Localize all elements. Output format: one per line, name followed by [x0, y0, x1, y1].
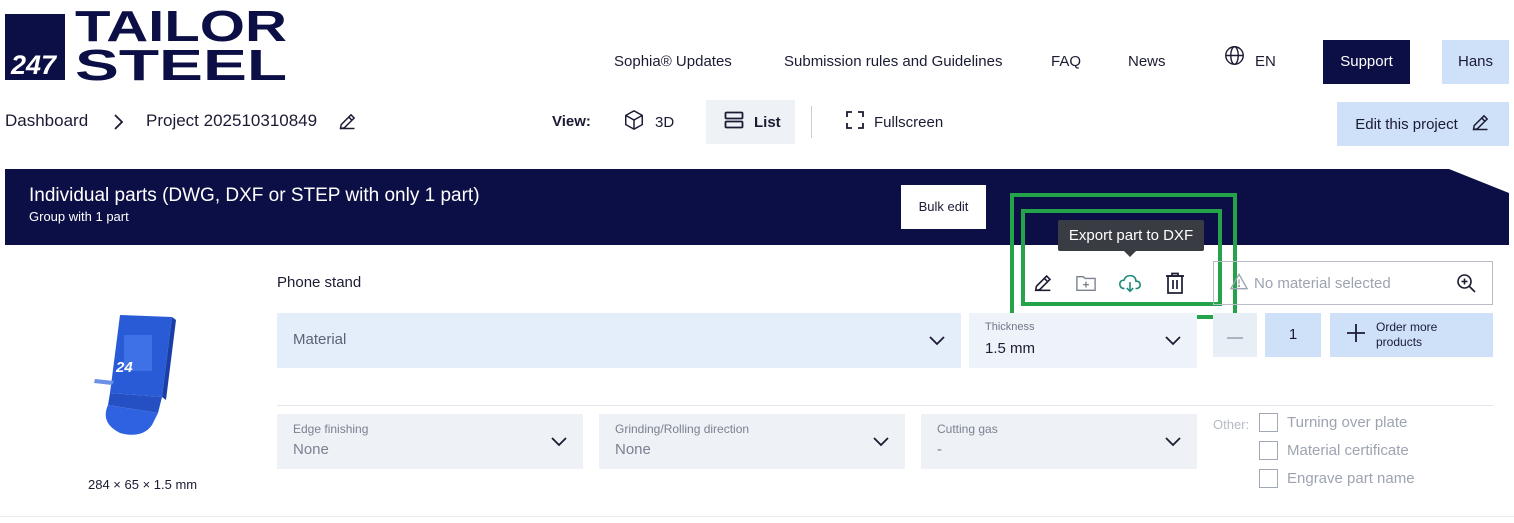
thickness-label: Thickness: [985, 321, 1035, 333]
fullscreen-button[interactable]: Fullscreen: [828, 100, 961, 144]
cutting-gas-label: Cutting gas: [937, 422, 998, 436]
divider: [277, 405, 1493, 406]
svg-text:247: 247: [10, 50, 58, 80]
chevron-down-icon: [873, 434, 889, 452]
view-list-button[interactable]: List: [706, 100, 795, 144]
nav-sophia-updates[interactable]: Sophia® Updates: [614, 40, 732, 84]
order-more-label: Order more products: [1376, 320, 1438, 349]
highlight-frame-inner: [1021, 209, 1222, 306]
grinding-direction-value: None: [615, 441, 651, 458]
grinding-direction-select[interactable]: Grinding/Rolling direction None: [599, 414, 905, 469]
chevron-right-icon: [112, 113, 124, 136]
edge-finishing-value: None: [293, 441, 329, 458]
checkbox-material-certificate[interactable]: Material certificate: [1259, 441, 1409, 460]
edge-finishing-label: Edge finishing: [293, 422, 369, 436]
checkbox-box[interactable]: [1259, 441, 1278, 460]
cutting-gas-select[interactable]: Cutting gas -: [921, 414, 1197, 469]
checkbox-label: Engrave part name: [1287, 470, 1415, 487]
cutting-gas-value: -: [937, 441, 942, 458]
svg-text:24: 24: [115, 359, 133, 376]
chevron-down-icon: [551, 434, 567, 452]
support-button[interactable]: Support: [1323, 40, 1410, 84]
minus-icon: [1227, 326, 1243, 344]
other-label: Other:: [1213, 417, 1250, 432]
thickness-select[interactable]: Thickness 1.5 mm: [969, 313, 1197, 368]
cube-icon: [623, 109, 645, 135]
tailorsteel-logo[interactable]: TAILOR STEEL 247: [5, 2, 288, 90]
user-menu-button[interactable]: Hans: [1442, 40, 1509, 84]
nav-faq[interactable]: FAQ: [1051, 40, 1081, 84]
language-label: EN: [1255, 53, 1276, 70]
edit-project-label: Edit this project: [1355, 115, 1458, 133]
warning-icon: [1229, 272, 1249, 294]
quantity-decrease-button[interactable]: [1213, 313, 1257, 357]
material-select[interactable]: Material: [277, 313, 961, 368]
fullscreen-icon: [846, 111, 864, 133]
chevron-down-icon: [1165, 333, 1181, 351]
checkbox-label: Turning over plate: [1287, 414, 1408, 431]
list-icon: [724, 111, 744, 133]
language-selector[interactable]: EN: [1224, 40, 1276, 84]
edit-project-button[interactable]: Edit this project: [1337, 102, 1509, 146]
pencil-icon: [1470, 112, 1491, 137]
view-3d-label: 3D: [655, 113, 675, 131]
fullscreen-label: Fullscreen: [874, 113, 944, 131]
edge-finishing-select[interactable]: Edge finishing None: [277, 414, 583, 469]
view-divider: [811, 106, 812, 138]
section-bottom-border: [0, 516, 1514, 517]
plus-icon: [1346, 323, 1366, 348]
group-banner: Individual parts (DWG, DXF or STEP with …: [5, 169, 1509, 245]
part-3d-preview[interactable]: 24: [90, 305, 190, 445]
group-title: Individual parts (DWG, DXF or STEP with …: [29, 185, 480, 206]
group-subtitle: Group with 1 part: [29, 209, 129, 224]
order-more-button[interactable]: Order more products: [1330, 313, 1493, 357]
nav-news[interactable]: News: [1128, 40, 1166, 84]
material-placeholder: Material: [293, 331, 347, 348]
bulk-edit-button[interactable]: Bulk edit: [901, 185, 986, 229]
zoom-in-icon[interactable]: [1456, 273, 1476, 297]
material-status-text: No material selected: [1254, 274, 1391, 292]
grinding-direction-label: Grinding/Rolling direction: [615, 422, 750, 436]
quantity-input[interactable]: 1: [1265, 313, 1321, 357]
chevron-down-icon: [1165, 434, 1181, 452]
chevron-down-icon: [929, 333, 945, 351]
globe-icon: [1224, 40, 1245, 84]
thickness-value: 1.5 mm: [985, 340, 1036, 357]
checkbox-box[interactable]: [1259, 413, 1278, 432]
view-list-label: List: [754, 113, 781, 131]
edit-project-name-icon[interactable]: [337, 111, 358, 137]
material-status-field[interactable]: No material selected: [1213, 261, 1493, 305]
view-3d-button[interactable]: 3D: [605, 100, 692, 144]
view-label: View:: [552, 113, 591, 130]
nav-submission-rules[interactable]: Submission rules and Guidelines: [784, 40, 1002, 84]
checkbox-label: Material certificate: [1287, 442, 1409, 459]
svg-text:STEEL: STEEL: [75, 41, 287, 81]
breadcrumb-project: Project 202510310849: [146, 111, 318, 130]
checkbox-box[interactable]: [1259, 469, 1278, 488]
checkbox-engrave-part-name[interactable]: Engrave part name: [1259, 469, 1415, 488]
part-name: Phone stand: [277, 274, 362, 291]
breadcrumb-dashboard[interactable]: Dashboard: [5, 111, 88, 131]
part-dimensions: 284 × 65 × 1.5 mm: [88, 477, 198, 492]
checkbox-turning-over-plate[interactable]: Turning over plate: [1259, 413, 1407, 432]
